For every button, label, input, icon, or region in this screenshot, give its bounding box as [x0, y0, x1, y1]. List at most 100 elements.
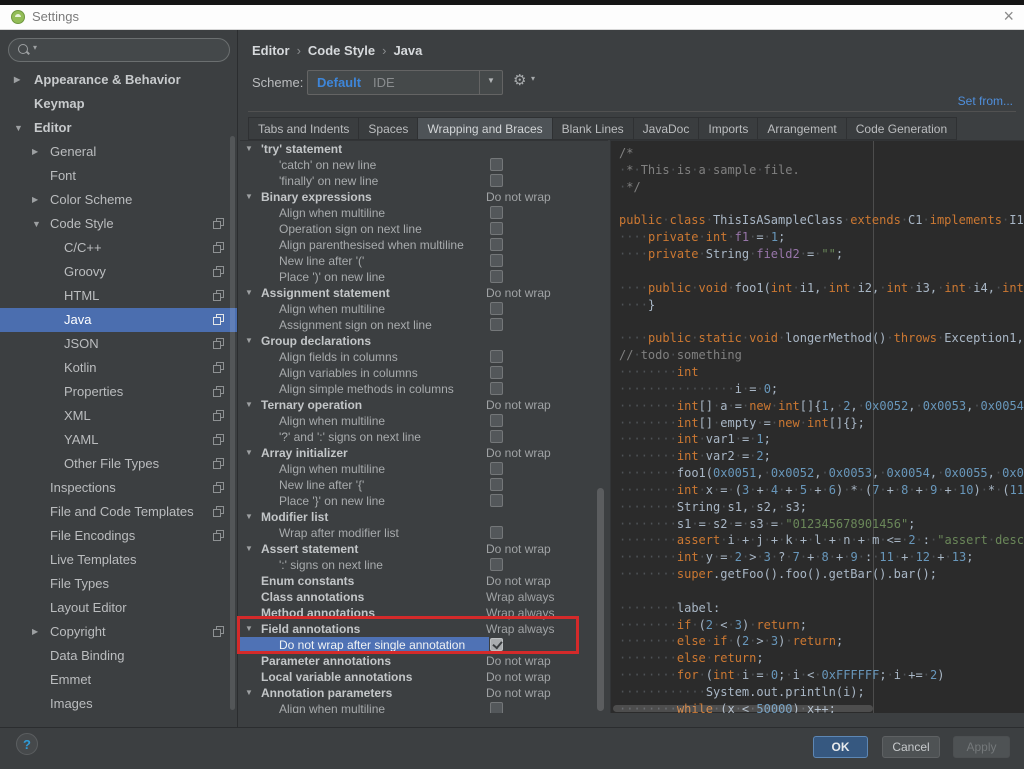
sidebar-item-font[interactable]: Font	[0, 164, 237, 188]
checkbox[interactable]	[490, 158, 503, 171]
checkbox[interactable]	[490, 366, 503, 379]
checkbox[interactable]	[490, 302, 503, 315]
tab-spaces[interactable]: Spaces	[359, 117, 419, 140]
settings-row[interactable]: Assignment sign on next line	[240, 317, 608, 333]
settings-row[interactable]: Place ')' on new line	[240, 269, 608, 285]
settings-row[interactable]: Do not wrap after single annotation	[240, 637, 608, 653]
breadcrumb-segment[interactable]: Java	[393, 43, 422, 58]
checkbox[interactable]	[490, 350, 503, 363]
checkbox[interactable]	[490, 478, 503, 491]
settings-row[interactable]: '?' and ':' signs on next line	[240, 429, 608, 445]
settings-row[interactable]: ▼ Binary expressions Do not wrap	[240, 189, 608, 205]
sidebar-item-images[interactable]: Images	[0, 692, 237, 716]
wrap-value[interactable]: Do not wrap	[486, 286, 551, 300]
code-preview-panel[interactable]: /* ·*·This·is·a·sample·file. ·*/ public·cl…	[610, 140, 1024, 713]
wrap-value[interactable]: Do not wrap	[486, 670, 551, 684]
chevron-down-icon[interactable]: ▼	[245, 688, 253, 697]
sidebar-item-inspections[interactable]: Inspections	[0, 476, 237, 500]
sidebar-item-live-templates[interactable]: Live Templates	[0, 548, 237, 572]
settings-row[interactable]: ':' signs on next line	[240, 557, 608, 573]
settings-row[interactable]: ▼ Group declarations	[240, 333, 608, 349]
sidebar-item-c-c-[interactable]: C/C++	[0, 236, 237, 260]
tab-wrapping-and-braces[interactable]: Wrapping and Braces	[418, 117, 553, 140]
sidebar-item-file-and-code-templates[interactable]: File and Code Templates	[0, 500, 237, 524]
cancel-button[interactable]: Cancel	[882, 736, 940, 758]
chevron-down-icon[interactable]: ▼	[245, 448, 253, 457]
wrap-value[interactable]: Wrap always	[486, 590, 554, 604]
checkbox[interactable]	[490, 702, 503, 713]
checkbox[interactable]	[490, 270, 503, 283]
wrap-value[interactable]: Do not wrap	[486, 654, 551, 668]
sidebar-item-keymap[interactable]: Keymap	[0, 92, 237, 116]
sidebar-item-html[interactable]: HTML	[0, 284, 237, 308]
checkbox[interactable]	[490, 494, 503, 507]
checkbox[interactable]	[490, 254, 503, 267]
wrap-value[interactable]: Do not wrap	[486, 686, 551, 700]
settings-row[interactable]: Method annotations Wrap always	[240, 605, 608, 621]
settings-row[interactable]: 'finally' on new line	[240, 173, 608, 189]
breadcrumb-segment[interactable]: Code Style	[308, 43, 375, 58]
checkbox[interactable]	[490, 526, 503, 539]
ok-button[interactable]: OK	[813, 736, 868, 758]
chevron-down-icon[interactable]: ▼	[245, 288, 253, 297]
sidebar-item-groovy[interactable]: Groovy	[0, 260, 237, 284]
apply-button[interactable]: Apply	[953, 736, 1010, 758]
sidebar-scrollbar[interactable]	[230, 136, 235, 710]
tab-code-generation[interactable]: Code Generation	[846, 117, 958, 140]
chevron-down-icon[interactable]: ▼	[245, 144, 253, 153]
settings-row[interactable]: ▼ Modifier list	[240, 509, 608, 525]
settings-row[interactable]: ▼ Field annotations Wrap always	[240, 621, 608, 637]
wrap-value[interactable]: Wrap always	[486, 622, 554, 636]
checkbox[interactable]	[490, 558, 503, 571]
chevron-down-icon[interactable]: ▼	[245, 400, 253, 409]
scheme-dropdown[interactable]: Default IDE ▼	[307, 70, 503, 95]
sidebar-item-appearance-behavior[interactable]: ▶ Appearance & Behavior	[0, 68, 237, 92]
tab-tabs-and-indents[interactable]: Tabs and Indents	[248, 117, 360, 140]
settings-row[interactable]: Enum constants Do not wrap	[240, 573, 608, 589]
settings-row[interactable]: ▼ Annotation parameters Do not wrap	[240, 685, 608, 701]
sidebar-item-emmet[interactable]: Emmet	[0, 668, 237, 692]
chevron-down-icon[interactable]: ▼	[245, 192, 253, 201]
search-input[interactable]: ▾	[8, 38, 230, 62]
sidebar-item-kotlin[interactable]: Kotlin	[0, 356, 237, 380]
settings-row[interactable]: Align simple methods in columns	[240, 381, 608, 397]
wrap-value[interactable]: Wrap always	[486, 606, 554, 620]
settings-row[interactable]: New line after '('	[240, 253, 608, 269]
tab-imports[interactable]: Imports	[699, 117, 759, 140]
settings-row[interactable]: Align when multiline	[240, 205, 608, 221]
checkbox[interactable]	[490, 414, 503, 427]
gear-icon[interactable]: ⚙	[513, 71, 526, 89]
sidebar-item-general[interactable]: ▶ General	[0, 140, 237, 164]
chevron-down-icon[interactable]: ▼	[245, 544, 253, 553]
sidebar-item-file-types[interactable]: File Types	[0, 572, 237, 596]
sidebar-item-file-encodings[interactable]: File Encodings	[0, 524, 237, 548]
settings-row[interactable]: ▼ Assert statement Do not wrap	[240, 541, 608, 557]
settings-row[interactable]: ▼ Ternary operation Do not wrap	[240, 397, 608, 413]
settings-row[interactable]: ▼ Array initializer Do not wrap	[240, 445, 608, 461]
checkbox[interactable]	[490, 174, 503, 187]
checkbox[interactable]	[490, 638, 503, 651]
settings-row[interactable]: Align when multiline	[240, 413, 608, 429]
settings-row[interactable]: ▼ Assignment statement Do not wrap	[240, 285, 608, 301]
sidebar-item-editor[interactable]: ▼ Editor	[0, 116, 237, 140]
wrap-value[interactable]: Do not wrap	[486, 574, 551, 588]
chevron-down-icon[interactable]: ▼	[245, 624, 253, 633]
wrap-value[interactable]: Do not wrap	[486, 398, 551, 412]
sidebar-item-color-scheme[interactable]: ▶ Color Scheme	[0, 188, 237, 212]
sidebar-item-json[interactable]: JSON	[0, 332, 237, 356]
sidebar-item-properties[interactable]: Properties	[0, 380, 237, 404]
settings-row[interactable]: Align parenthesised when multiline	[240, 237, 608, 253]
sidebar-item-yaml[interactable]: YAML	[0, 428, 237, 452]
settings-row[interactable]: Align variables in columns	[240, 365, 608, 381]
checkbox[interactable]	[490, 206, 503, 219]
checkbox[interactable]	[490, 318, 503, 331]
close-icon[interactable]: ×	[1003, 6, 1014, 27]
settings-row[interactable]: Operation sign on next line	[240, 221, 608, 237]
breadcrumb-segment[interactable]: Editor	[252, 43, 290, 58]
sidebar-item-copyright[interactable]: ▶ Copyright	[0, 620, 237, 644]
settings-row[interactable]: Place '}' on new line	[240, 493, 608, 509]
tab-javadoc[interactable]: JavaDoc	[633, 117, 700, 140]
code-horizontal-scrollbar[interactable]	[613, 705, 873, 712]
sidebar-item-other-file-types[interactable]: Other File Types	[0, 452, 237, 476]
help-button[interactable]: ?	[16, 733, 38, 755]
